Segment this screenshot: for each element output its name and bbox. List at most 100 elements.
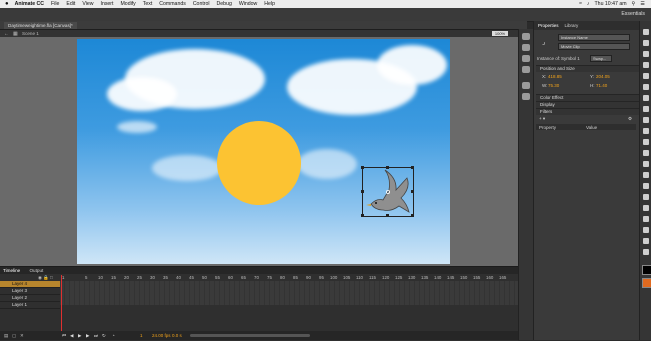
- transform-handle[interactable]: [411, 190, 414, 193]
- menu-item-app[interactable]: Animate CC: [15, 1, 44, 7]
- menu-item-text[interactable]: Text: [143, 1, 153, 7]
- zoom-tool-icon[interactable]: [643, 249, 649, 255]
- paint-bucket-tool-icon[interactable]: [643, 183, 649, 189]
- menu-item-debug[interactable]: Debug: [217, 1, 232, 7]
- align-panel-icon[interactable]: [522, 55, 530, 62]
- camera-tool-icon[interactable]: [643, 227, 649, 233]
- filter-options-icon[interactable]: ⚙: [628, 116, 632, 122]
- width-tool-icon[interactable]: [643, 216, 649, 222]
- new-layer-icon[interactable]: ▤: [4, 331, 8, 340]
- cloud[interactable]: [107, 77, 177, 111]
- frame-rate[interactable]: 24.00 fps: [152, 331, 171, 340]
- zoom-select[interactable]: 100%: [492, 31, 508, 36]
- layer-row[interactable]: Layer 1: [0, 302, 60, 309]
- clock[interactable]: Thu 10:47 am: [595, 1, 627, 7]
- stroke-color-swatch[interactable]: [642, 265, 651, 275]
- new-folder-icon[interactable]: ▢: [12, 331, 16, 340]
- pencil-tool-icon[interactable]: [643, 139, 649, 145]
- apple-logo-icon[interactable]: ●: [5, 1, 9, 7]
- layer-row[interactable]: Layer 2: [0, 295, 60, 302]
- playhead[interactable]: [61, 275, 62, 331]
- eyedropper-tool-icon[interactable]: [643, 194, 649, 200]
- timeline-scrollbar[interactable]: [190, 334, 310, 337]
- info-panel-icon[interactable]: [522, 66, 530, 73]
- transform-handle[interactable]: [361, 166, 364, 169]
- tab-timeline[interactable]: Timeline: [3, 268, 20, 273]
- section-filters[interactable]: Filters: [536, 108, 640, 115]
- scene-label[interactable]: Scene 1: [22, 30, 39, 37]
- menu-item-window[interactable]: Window: [239, 1, 257, 7]
- menu-item-commands[interactable]: Commands: [159, 1, 186, 7]
- list-icon[interactable]: ☰: [640, 1, 645, 7]
- instance-name-field[interactable]: Instance Name: [558, 34, 630, 41]
- free-transform-tool-icon[interactable]: [643, 51, 649, 57]
- cloud[interactable]: [297, 149, 357, 179]
- last-frame-icon[interactable]: ⏭: [94, 331, 98, 340]
- search-icon[interactable]: ⚲: [632, 1, 636, 7]
- transform-handle[interactable]: [386, 166, 389, 169]
- play-icon[interactable]: ▶: [78, 331, 81, 340]
- sun[interactable]: [217, 121, 301, 205]
- loop-icon[interactable]: ↻: [102, 331, 106, 340]
- oval-tool-icon[interactable]: [643, 128, 649, 134]
- delete-layer-icon[interactable]: ✕: [20, 331, 24, 340]
- w-value[interactable]: 75.30: [548, 83, 559, 88]
- line-tool-icon[interactable]: [643, 106, 649, 112]
- cloud[interactable]: [377, 45, 447, 85]
- swap-button[interactable]: Swap...: [590, 55, 612, 62]
- add-filter-icon[interactable]: + ▾: [539, 116, 545, 122]
- wifi-icon[interactable]: ≈: [579, 1, 582, 7]
- first-frame-icon[interactable]: ⏮: [62, 331, 66, 340]
- hand-tool-icon[interactable]: [643, 238, 649, 244]
- selected-bird-symbol[interactable]: [361, 166, 414, 217]
- text-tool-icon[interactable]: [643, 95, 649, 101]
- workspace-switcher[interactable]: Essentials: [621, 11, 645, 17]
- menu-item-help[interactable]: Help: [264, 1, 275, 7]
- subselection-tool-icon[interactable]: [643, 40, 649, 46]
- fill-color-swatch[interactable]: [642, 278, 651, 288]
- symbol-type-select[interactable]: Movie Clip: [558, 43, 630, 50]
- lasso-tool-icon[interactable]: [643, 73, 649, 79]
- transform-panel-icon[interactable]: [522, 82, 530, 89]
- layer-row[interactable]: Layer 4: [0, 281, 60, 288]
- current-frame[interactable]: 1: [140, 331, 143, 340]
- swatches-panel-icon[interactable]: [522, 44, 530, 51]
- transform-handle[interactable]: [411, 214, 414, 217]
- rectangle-tool-icon[interactable]: [643, 117, 649, 123]
- paint-brush-tool-icon[interactable]: [643, 161, 649, 167]
- transform-handle[interactable]: [361, 214, 364, 217]
- transform-handle[interactable]: [411, 166, 414, 169]
- menu-item-edit[interactable]: Edit: [66, 1, 75, 7]
- menu-item-view[interactable]: View: [82, 1, 93, 7]
- volume-icon[interactable]: ♪: [587, 1, 590, 7]
- transform-handle[interactable]: [386, 214, 389, 217]
- y-value[interactable]: 204.05: [596, 74, 610, 79]
- section-display[interactable]: Display: [536, 101, 640, 108]
- transform-handle[interactable]: [361, 190, 364, 193]
- menu-item-insert[interactable]: Insert: [101, 1, 114, 7]
- layer-row[interactable]: Layer 3: [0, 288, 60, 295]
- onion-skin-icon[interactable]: ◔: [112, 331, 115, 340]
- cloud[interactable]: [152, 155, 222, 181]
- color-panel-icon[interactable]: [522, 33, 530, 40]
- section-color-effect[interactable]: Color Effect: [536, 94, 640, 101]
- menu-item-file[interactable]: File: [51, 1, 59, 7]
- tab-output[interactable]: Output: [29, 268, 43, 273]
- tab-properties[interactable]: Properties: [538, 23, 559, 28]
- brush-tool-icon[interactable]: [643, 150, 649, 156]
- prev-frame-icon[interactable]: ◀: [70, 331, 73, 340]
- x-value[interactable]: 418.85: [548, 74, 562, 79]
- stage[interactable]: [77, 39, 450, 264]
- h-value[interactable]: 71.40: [596, 83, 607, 88]
- frame-grid[interactable]: [60, 281, 518, 305]
- selection-tool-icon[interactable]: [643, 29, 649, 35]
- menu-item-modify[interactable]: Modify: [120, 1, 135, 7]
- library-panel-icon[interactable]: [522, 93, 530, 100]
- cloud[interactable]: [117, 121, 157, 133]
- elapsed-time[interactable]: 0.0 s: [172, 331, 182, 340]
- bone-tool-icon[interactable]: [643, 172, 649, 178]
- tab-library[interactable]: Library: [565, 23, 579, 28]
- section-position-size[interactable]: Position and Size: [536, 65, 640, 72]
- next-frame-icon[interactable]: ▶: [86, 331, 89, 340]
- pen-tool-icon[interactable]: [643, 84, 649, 90]
